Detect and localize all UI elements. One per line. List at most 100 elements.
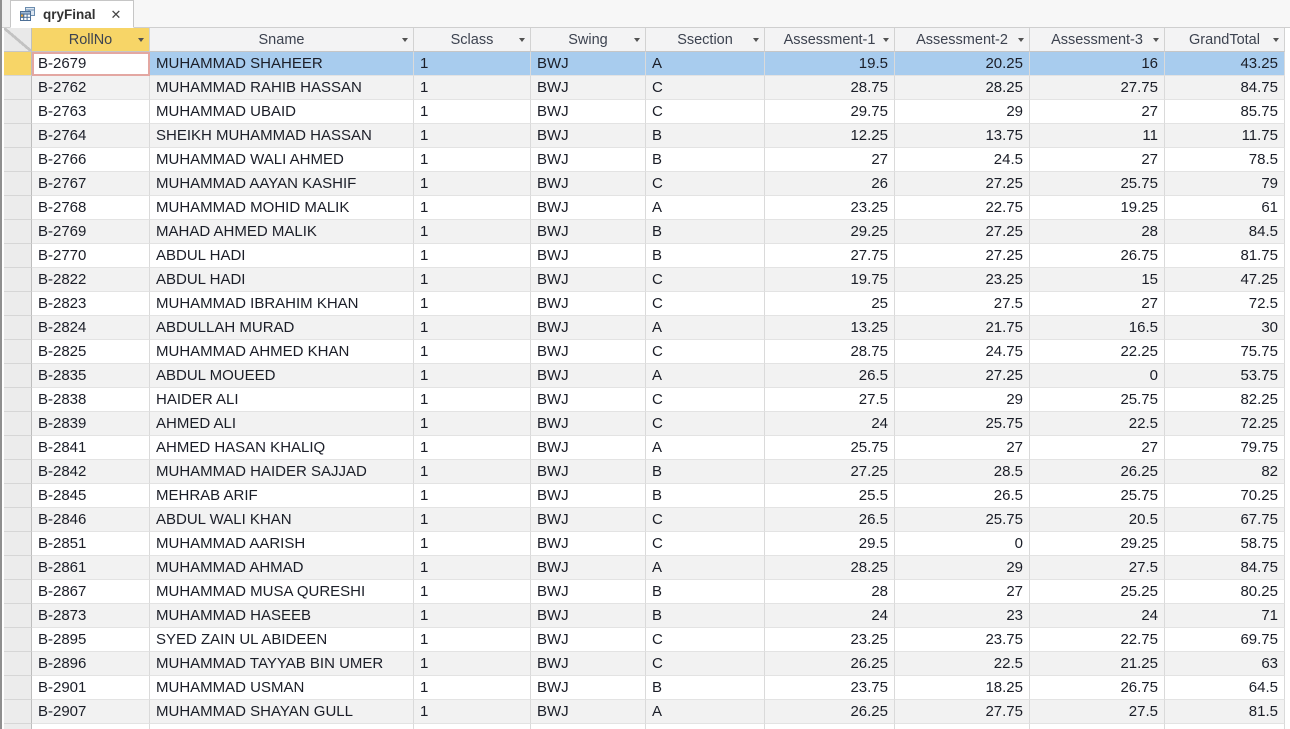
record-selector[interactable] (4, 292, 32, 316)
cell-ssection[interactable]: C (646, 628, 765, 652)
cell-assessment-1[interactable]: 23.25 (765, 196, 895, 220)
cell-ssection[interactable] (646, 724, 765, 729)
column-header-ssection[interactable]: Ssection (646, 28, 765, 52)
cell-ssection[interactable]: A (646, 52, 765, 76)
cell-sname[interactable]: ABDUL HADI (150, 268, 414, 292)
cell-sclass[interactable]: 1 (414, 700, 531, 724)
cell-assessment-1[interactable]: 12.25 (765, 124, 895, 148)
cell-assessment-3[interactable]: 26.75 (1030, 676, 1165, 700)
record-selector[interactable] (4, 484, 32, 508)
record-selector[interactable] (4, 508, 32, 532)
cell-sname[interactable]: MUHAMMAD UBAID (150, 100, 414, 124)
cell-rollno[interactable]: B-2762 (32, 76, 150, 100)
close-icon[interactable]: ✕ (111, 8, 122, 21)
cell-ssection[interactable]: B (646, 460, 765, 484)
cell-assessment-3[interactable]: 26.25 (1030, 460, 1165, 484)
cell-rollno[interactable]: B-2824 (32, 316, 150, 340)
cell-assessment-1[interactable]: 28.75 (765, 340, 895, 364)
cell-grandtotal[interactable]: 69.75 (1165, 628, 1285, 652)
cell-assessment-1[interactable]: 28 (765, 580, 895, 604)
cell-sname[interactable]: MUHAMMAD RAHIB HASSAN (150, 76, 414, 100)
cell-swing[interactable]: BWJ (531, 196, 646, 220)
column-header-assessment-1[interactable]: Assessment-1 (765, 28, 895, 52)
cell-assessment-2[interactable]: 29 (895, 100, 1030, 124)
cell-assessment-2[interactable]: 27.25 (895, 364, 1030, 388)
cell-assessment-2[interactable]: 26.5 (895, 484, 1030, 508)
column-header-swing[interactable]: Swing (531, 28, 646, 52)
cell-sname[interactable]: MUHAMMAD SHAHEER (150, 52, 414, 76)
cell-assessment-3[interactable]: 25.75 (1030, 484, 1165, 508)
cell-assessment-1[interactable]: 26.5 (765, 364, 895, 388)
cell-grandtotal[interactable]: 75.75 (1165, 340, 1285, 364)
filter-dropdown-icon[interactable] (883, 37, 889, 42)
cell-assessment-2[interactable]: 25.75 (895, 508, 1030, 532)
cell-assessment-3[interactable]: 16 (1030, 52, 1165, 76)
cell-grandtotal[interactable]: 11.75 (1165, 124, 1285, 148)
cell-assessment-3[interactable]: 0 (1030, 364, 1165, 388)
cell-ssection[interactable]: B (646, 124, 765, 148)
cell-assessment-1[interactable]: 24 (765, 412, 895, 436)
cell-sname[interactable]: MUHAMMAD IBRAHIM KHAN (150, 292, 414, 316)
cell-rollno[interactable]: B-2873 (32, 604, 150, 628)
cell-assessment-1[interactable]: 19.5 (765, 52, 895, 76)
tab-qryfinal[interactable]: qryFinal ✕ (10, 0, 135, 28)
record-selector[interactable] (4, 460, 32, 484)
cell-grandtotal[interactable]: 80.25 (1165, 580, 1285, 604)
record-selector[interactable] (4, 676, 32, 700)
cell-assessment-2[interactable]: 0 (895, 532, 1030, 556)
cell-assessment-2[interactable]: 29 (895, 388, 1030, 412)
cell-ssection[interactable]: B (646, 148, 765, 172)
cell-assessment-3[interactable]: 21.25 (1030, 652, 1165, 676)
record-selector[interactable] (4, 580, 32, 604)
filter-dropdown-icon[interactable] (519, 37, 525, 42)
cell-sname[interactable]: SHEIKH MUHAMMAD HASSAN (150, 124, 414, 148)
cell-grandtotal[interactable]: 53.75 (1165, 364, 1285, 388)
cell-assessment-1[interactable]: 29.25 (765, 220, 895, 244)
cell-sname[interactable]: HAIDER ALI (150, 388, 414, 412)
cell-ssection[interactable]: C (646, 508, 765, 532)
column-header-grandtotal[interactable]: GrandTotal (1165, 28, 1285, 52)
filter-dropdown-icon[interactable] (1153, 37, 1159, 42)
column-header-rollno[interactable]: RollNo (32, 28, 150, 52)
cell-assessment-1[interactable]: 25 (765, 292, 895, 316)
cell-swing[interactable]: BWJ (531, 388, 646, 412)
filter-dropdown-icon[interactable] (138, 37, 144, 42)
cell-assessment-3[interactable]: 27 (1030, 100, 1165, 124)
cell-assessment-2[interactable]: 27.25 (895, 172, 1030, 196)
cell-rollno[interactable]: B-2770 (32, 244, 150, 268)
record-selector[interactable] (4, 724, 32, 729)
filter-dropdown-icon[interactable] (634, 37, 640, 42)
cell-sclass[interactable]: 1 (414, 412, 531, 436)
cell-swing[interactable]: BWJ (531, 124, 646, 148)
column-header-sname[interactable]: Sname (150, 28, 414, 52)
cell-assessment-2[interactable]: 29 (895, 556, 1030, 580)
cell-sclass[interactable]: 1 (414, 604, 531, 628)
cell-swing[interactable]: BWJ (531, 52, 646, 76)
cell-sclass[interactable]: 1 (414, 100, 531, 124)
record-selector[interactable] (4, 556, 32, 580)
cell-assessment-3[interactable]: 27 (1030, 148, 1165, 172)
cell-swing[interactable] (531, 724, 646, 729)
cell-ssection[interactable]: A (646, 364, 765, 388)
cell-swing[interactable]: BWJ (531, 172, 646, 196)
cell-grandtotal[interactable]: 82 (1165, 460, 1285, 484)
cell-sname[interactable]: MUHAMMAD MOHID MALIK (150, 196, 414, 220)
cell-assessment-3[interactable]: 27 (1030, 292, 1165, 316)
cell-sname[interactable]: MUHAMMAD AAYAN KASHIF (150, 172, 414, 196)
cell-sclass[interactable]: 1 (414, 220, 531, 244)
cell-grandtotal[interactable]: 81.5 (1165, 700, 1285, 724)
cell-ssection[interactable]: C (646, 340, 765, 364)
cell-sclass[interactable]: 1 (414, 652, 531, 676)
cell-rollno[interactable]: B-2846 (32, 508, 150, 532)
cell-assessment-2[interactable]: 22.5 (895, 652, 1030, 676)
cell-sname[interactable]: MAHAD AHMED MALIK (150, 220, 414, 244)
cell-assessment-3[interactable]: 26.75 (1030, 244, 1165, 268)
cell-assessment-1[interactable]: 13.25 (765, 316, 895, 340)
cell-assessment-1[interactable]: 27.75 (765, 244, 895, 268)
cell-sclass[interactable] (414, 724, 531, 729)
cell-assessment-3[interactable]: 20.5 (1030, 508, 1165, 532)
cell-sname[interactable]: MUHAMMAD AHMAD (150, 556, 414, 580)
cell-ssection[interactable]: C (646, 172, 765, 196)
cell-assessment-1[interactable]: 27 (765, 148, 895, 172)
record-selector[interactable] (4, 172, 32, 196)
